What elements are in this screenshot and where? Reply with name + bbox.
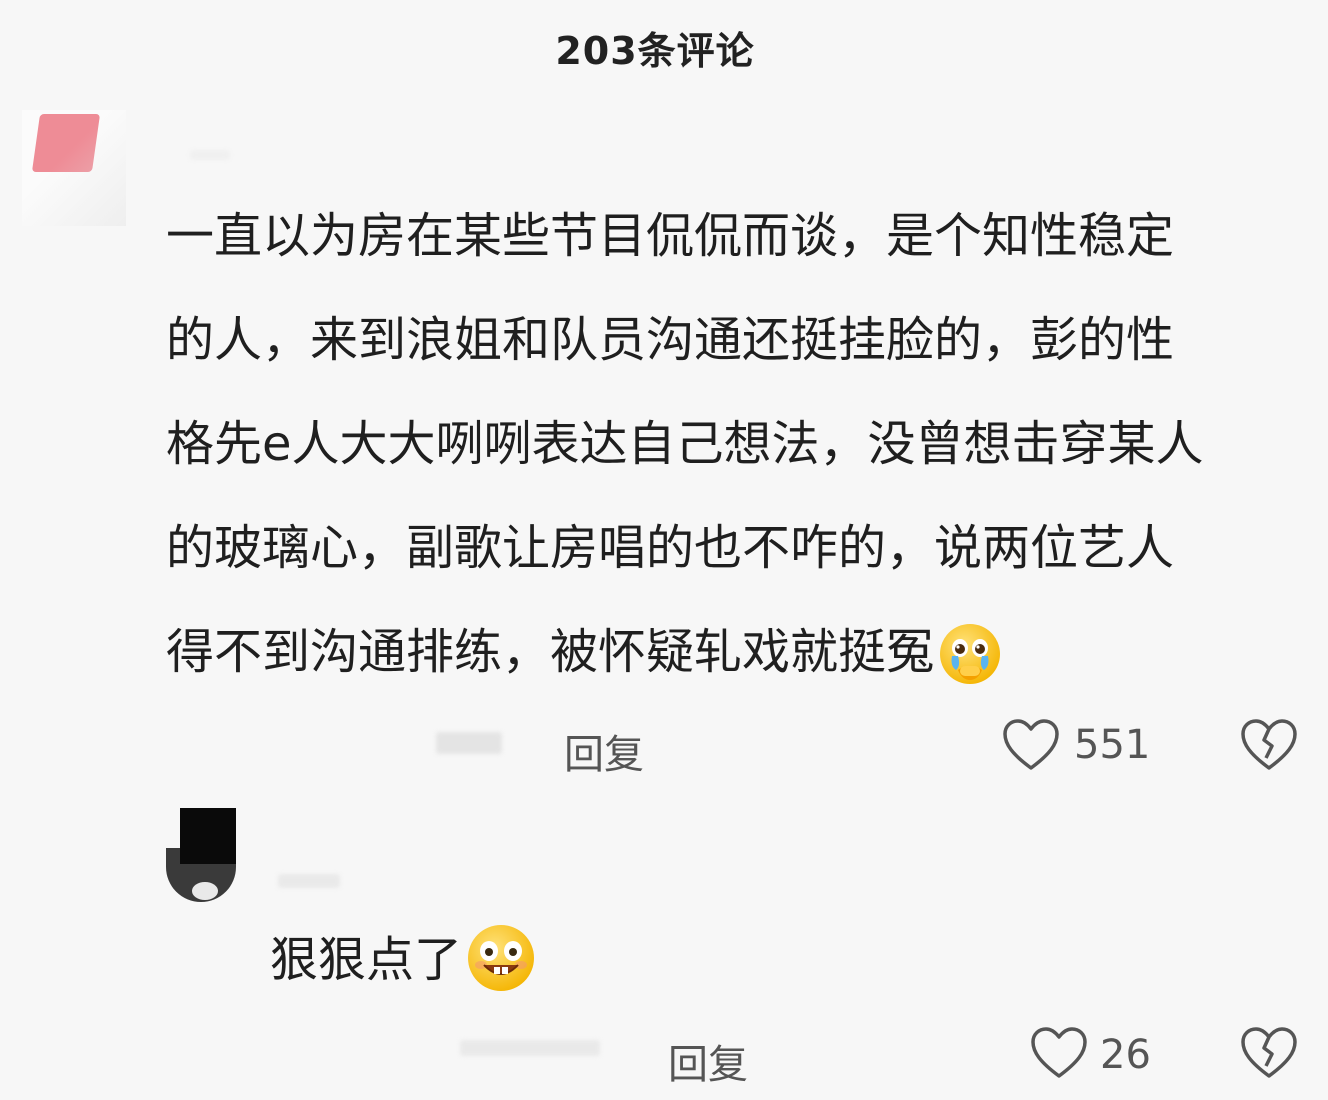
comment-text: 一直以为房在某些节目侃侃而谈，是个知性稳定 的人，来到浪姐和队员沟通还挺挂脸的，… xyxy=(166,184,1306,704)
comment-line-last: 得不到沟通排练，被怀疑轧戏就挺冤 xyxy=(166,600,1306,704)
username[interactable] xyxy=(190,150,230,160)
timestamp xyxy=(436,732,502,754)
broken-heart-icon[interactable] xyxy=(1240,718,1298,776)
comment-line-text: 得不到沟通排练，被怀疑轧戏就挺冤 xyxy=(166,624,935,680)
username[interactable] xyxy=(278,874,340,888)
timestamp xyxy=(460,1040,600,1056)
comment-line: 的玻璃心，副歌让房唱的也不咋的，说两位艺人 xyxy=(166,520,1175,576)
reply-button[interactable]: 回复 xyxy=(564,722,644,780)
comment-line: 格先e人大大咧咧表达自己想法，没曾想击穿某人 xyxy=(166,416,1204,472)
reply-button[interactable]: 回复 xyxy=(668,1032,748,1090)
like-count: 551 xyxy=(1074,722,1151,768)
broken-heart-icon[interactable] xyxy=(1240,1026,1298,1084)
heart-icon[interactable] xyxy=(1002,718,1060,776)
avatar[interactable] xyxy=(166,808,236,902)
comment-line: 的人，来到浪姐和队员沟通还挺挂脸的，彭的性 xyxy=(166,312,1175,368)
like-count: 26 xyxy=(1100,1032,1151,1078)
page-title: 203条评论 xyxy=(555,29,755,73)
reply-comment-text: 狠狠点了 xyxy=(270,908,536,1012)
grinning-face-emoji-icon xyxy=(466,923,536,993)
heart-icon[interactable] xyxy=(1030,1026,1088,1084)
comment-line: 一直以为房在某些节目侃侃而谈，是个知性稳定 xyxy=(166,208,1175,264)
comment-panel: 203条评论 一直以为房在某些节目侃侃而谈，是个知性稳定 的人，来到浪姐和队员沟… xyxy=(0,0,1328,1100)
avatar[interactable] xyxy=(22,110,126,226)
crying-face-emoji-icon xyxy=(938,618,1002,684)
reply-comment-line: 狠狠点了 xyxy=(270,932,463,988)
